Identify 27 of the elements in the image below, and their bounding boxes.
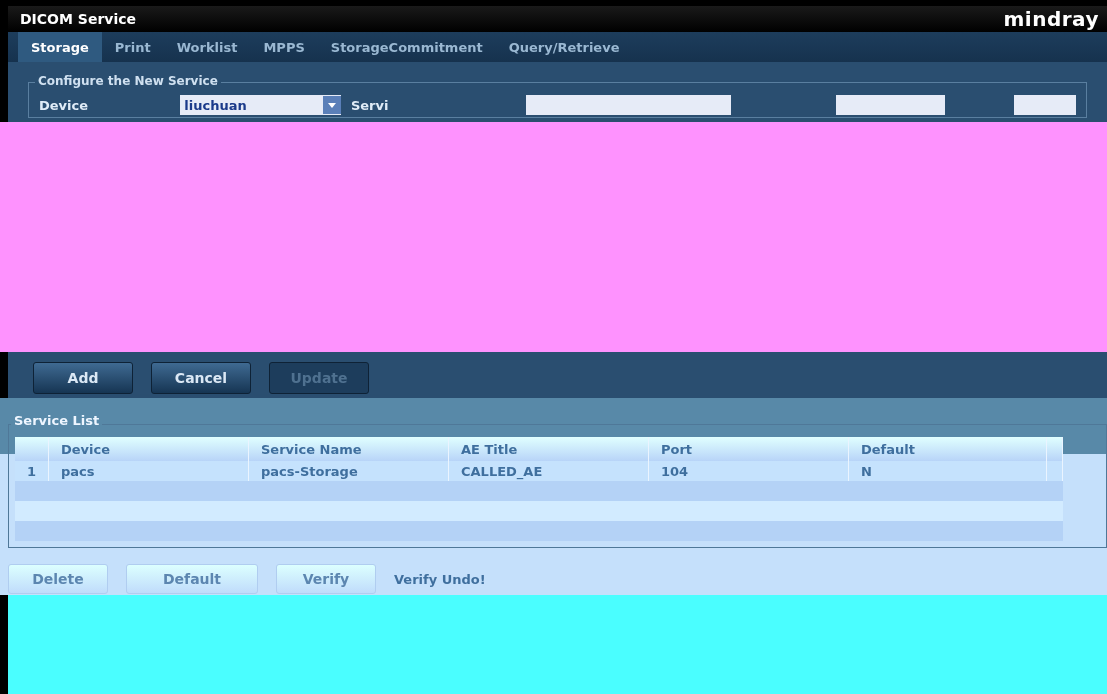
- column-header: Device: [49, 437, 249, 461]
- dropdown-caret-icon: [322, 96, 341, 114]
- group-title: Service List: [11, 413, 103, 428]
- tab[interactable]: MPPS: [250, 32, 318, 62]
- window-title: DICOM Service: [20, 11, 136, 27]
- column-header: [1047, 437, 1063, 461]
- field-label: Servi: [350, 97, 390, 113]
- tab[interactable]: Worklist: [163, 32, 251, 62]
- field-label: Device: [39, 97, 90, 113]
- column-header: AE Title: [449, 437, 649, 461]
- column-header: Default: [849, 437, 1047, 461]
- action-button[interactable]: Add: [33, 362, 133, 394]
- input-field[interactable]: [836, 95, 946, 115]
- input-field[interactable]: [1013, 95, 1076, 115]
- column-header: Port: [649, 437, 849, 461]
- input-field[interactable]: [526, 95, 731, 115]
- tab[interactable]: Print: [101, 32, 164, 62]
- group-title: Configure the New Service: [35, 74, 221, 88]
- tab[interactable]: Query/Retrieve: [495, 32, 633, 62]
- action-button[interactable]: Cancel: [151, 362, 251, 394]
- column-header: Service Name: [249, 437, 449, 461]
- brand-logo: mindray: [1003, 7, 1099, 31]
- tab[interactable]: StorageCommitment: [317, 32, 496, 62]
- device-dropdown[interactable]: liuchuan: [180, 95, 341, 115]
- column-header: [15, 437, 49, 461]
- status-message: Verify Undo!: [394, 571, 486, 587]
- tab[interactable]: Storage: [18, 32, 102, 62]
